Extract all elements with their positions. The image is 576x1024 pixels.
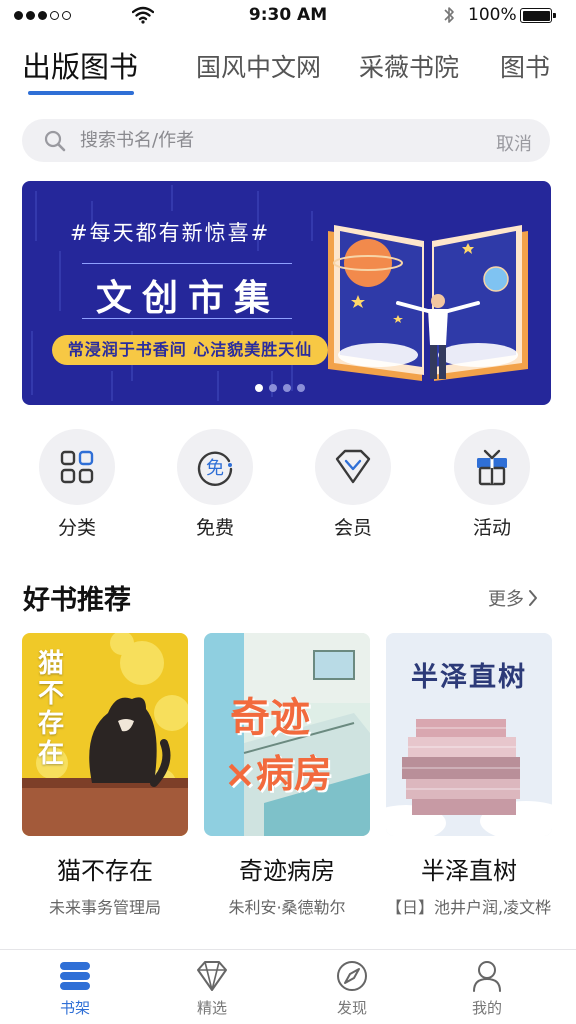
more-label: 更多 (488, 589, 524, 610)
svg-text:免: 免 (206, 458, 224, 479)
bookshelf-icon (60, 962, 90, 990)
nav-label: 书架 (59, 999, 90, 1017)
tab-published-books[interactable]: 出版图书 (22, 44, 138, 86)
compass-icon (337, 961, 367, 991)
category-tabs: 出版图书 国风中文网 采薇书院 图书 (0, 42, 576, 98)
book-author: 朱利安·桑德勒尔 (228, 898, 346, 917)
quick-entry-free[interactable]: 免 免费 (177, 429, 253, 539)
tab-books[interactable]: 图书 (500, 48, 550, 84)
cover-title: 猫不存在 (38, 649, 65, 769)
grid-icon (60, 450, 94, 484)
nav-discover[interactable]: 发现 (302, 958, 402, 1018)
tab-guofeng-chinese[interactable]: 国风中文网 (196, 48, 321, 84)
cover-title-line1: 奇迹 (230, 695, 310, 741)
book-card[interactable]: 奇迹 ×病房 奇迹病房 朱利安·桑德勒尔 (204, 633, 370, 918)
search-icon (44, 130, 66, 152)
book-cover: 猫不存在 (22, 633, 188, 836)
quick-entry-category[interactable]: 分类 (39, 429, 115, 539)
bluetooth-icon (444, 7, 454, 23)
book-cover: 半泽直树 (386, 633, 552, 836)
quick-entry-activity[interactable]: 活动 (454, 429, 530, 539)
cover-title-line2: ×病房 (224, 752, 332, 796)
active-tab-indicator (28, 91, 134, 95)
status-bar: 9:30 AM 100% (0, 0, 576, 32)
section-title: 好书推荐 (23, 585, 131, 616)
tab-caiwei-academy[interactable]: 采薇书院 (359, 48, 459, 84)
quick-entry-label: 会员 (333, 517, 372, 539)
quick-entry-label: 分类 (57, 517, 96, 539)
book-card[interactable]: 半泽直树 半泽直树 【日】池井户润,凌文桦, (386, 633, 552, 918)
quick-entry-member[interactable]: 会员 (315, 429, 391, 539)
battery-percent: 100% (468, 5, 517, 25)
nav-label: 精选 (196, 999, 227, 1017)
book-title: 奇迹病房 (239, 857, 335, 885)
battery-icon (520, 8, 556, 23)
free-icon: 免 (197, 451, 233, 486)
banner-dot-2[interactable] (269, 384, 277, 392)
book-card[interactable]: 猫不存在 猫不存在 未来事务管理局 (22, 633, 188, 918)
banner-title: 文创市集 (96, 278, 281, 319)
bottom-navigation: 书架 精选 发现 我的 (0, 949, 576, 1024)
banner-dot-1[interactable] (255, 384, 263, 392)
banner-dot-4[interactable] (297, 384, 305, 392)
open-book-illustration (328, 225, 528, 381)
cover-title: 半泽直树 (411, 662, 527, 693)
nav-label: 我的 (471, 999, 502, 1017)
diamond-icon (197, 961, 227, 991)
search-bar: 取消 (22, 119, 550, 162)
cancel-button[interactable]: 取消 (496, 130, 532, 156)
search-input[interactable] (80, 119, 470, 162)
book-title: 半泽直树 (421, 857, 517, 885)
chevron-right-icon (529, 590, 537, 606)
promo-banner[interactable]: #每天都有新惊喜# 文创市集 常浸润于书香间 心洁貌美胜天仙 (22, 181, 551, 405)
book-cover: 奇迹 ×病房 (204, 633, 370, 836)
user-icon (473, 961, 501, 992)
more-button[interactable]: 更多 (488, 585, 538, 611)
nav-label: 发现 (336, 999, 367, 1017)
book-title: 猫不存在 (57, 857, 153, 885)
quick-entry-label: 免费 (195, 517, 234, 539)
gift-icon (477, 449, 507, 486)
banner-pagination (255, 384, 305, 392)
book-author: 【日】池井户润,凌文桦, (386, 898, 552, 917)
nav-profile[interactable]: 我的 (437, 958, 537, 1018)
book-author: 未来事务管理局 (48, 898, 161, 917)
diamond-icon (335, 449, 371, 484)
quick-entry-label: 活动 (472, 517, 511, 539)
nav-bookshelf[interactable]: 书架 (25, 958, 125, 1018)
nav-featured[interactable]: 精选 (162, 958, 262, 1018)
banner-tagline: 常浸润于书香间 心洁貌美胜天仙 (52, 335, 328, 365)
banner-subtitle: #每天都有新惊喜# (70, 221, 271, 245)
banner-dot-3[interactable] (283, 384, 291, 392)
